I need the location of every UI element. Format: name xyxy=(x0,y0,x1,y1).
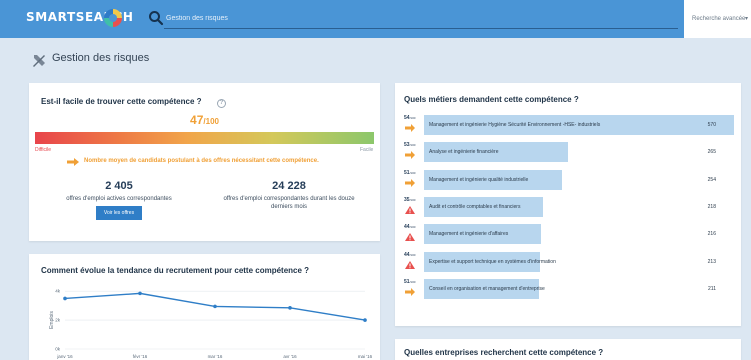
difficulty-score-total: /100 xyxy=(203,117,219,126)
job-count: 216 xyxy=(707,231,716,238)
job-count: 213 xyxy=(707,258,716,265)
job-rank-suffix: /100 xyxy=(409,116,416,120)
gauge-max-label: Facile xyxy=(360,147,374,153)
y-axis-label: Emplois xyxy=(49,311,55,329)
job-rank: 51/100 xyxy=(404,170,415,176)
warning-icon xyxy=(405,260,415,269)
job-count: 218 xyxy=(707,203,716,210)
y-tick-label: 4k xyxy=(55,289,61,294)
difficulty-score-value: 47 xyxy=(190,113,204,127)
warning-icon xyxy=(405,233,415,242)
jobs-card: Quels métiers demandent cette compétence… xyxy=(395,83,741,326)
x-tick-label: avr '16 xyxy=(283,354,297,359)
job-rank: 53/100 xyxy=(404,142,415,148)
job-row[interactable]: 53/100 Analyse et ingénierie financière 26… xyxy=(401,142,738,163)
job-label: Management et ingénierie Hygiène Sécurit… xyxy=(429,122,601,128)
job-rank-suffix: /100 xyxy=(409,170,416,175)
chevron-down-icon: ▾ xyxy=(745,16,749,22)
active-offers-label: offres d'emploi actives correspondantes xyxy=(66,196,172,202)
companies-card-title: Quelles entreprises recherchent cette co… xyxy=(404,348,604,357)
warning-icon xyxy=(405,205,415,214)
job-rank: 35/100 xyxy=(404,197,415,203)
data-point xyxy=(363,318,367,322)
orange-arrow-icon xyxy=(405,287,415,296)
difficulty-score: 47/100 xyxy=(29,113,380,127)
job-row[interactable]: 44/100 Management et ingénierie d'affaire… xyxy=(401,224,738,245)
yearly-offers-label: offres d'emploi correspondantes durant l… xyxy=(223,196,355,210)
job-rank: 51/100 xyxy=(404,279,415,285)
trend-card: Comment évolue la tendance du recrutemen… xyxy=(29,254,380,360)
job-rank-suffix: /100 xyxy=(409,279,416,284)
gauge-pointer xyxy=(190,127,199,132)
difficulty-card: Est-il facile de trouver cette compétenc… xyxy=(29,83,380,241)
orange-arrow-icon xyxy=(405,178,415,187)
job-count: 570 xyxy=(707,122,716,128)
search-icon xyxy=(149,11,164,26)
job-count: 265 xyxy=(707,149,716,156)
data-point xyxy=(213,304,217,309)
job-rank-suffix: /100 xyxy=(409,143,416,148)
advanced-search-dropdown[interactable]: Recherche avancée ▾ xyxy=(684,0,751,38)
gauge-min-label: Difficile xyxy=(35,147,52,153)
job-row[interactable]: 51/100 Management et ingénierie qualité i… xyxy=(401,169,738,191)
job-row[interactable]: 54/100 Management et ingénierie Hygiène S… xyxy=(401,115,738,136)
job-row[interactable]: 44/100 Expertise et support technique en … xyxy=(401,251,738,273)
job-count: 211 xyxy=(708,285,716,292)
help-icon[interactable]: ? xyxy=(217,99,226,108)
job-label: Management et ingénierie qualité industr… xyxy=(429,176,529,183)
tools-icon xyxy=(33,55,45,67)
job-label: Conseil en organisation et management d'… xyxy=(429,285,545,292)
job-rank-suffix: /100 xyxy=(409,252,416,257)
x-tick-label: mar '16 xyxy=(208,354,223,359)
jobs-card-title: Quels métiers demandent cette compétence… xyxy=(404,95,579,104)
y-tick-label: 0k xyxy=(55,347,61,352)
logo-mark-icon xyxy=(104,9,122,27)
job-rank: 54/100 xyxy=(404,115,415,121)
difficulty-card-title: Est-il facile de trouver cette compétenc… xyxy=(41,97,202,106)
orange-arrow-icon xyxy=(405,151,415,160)
x-tick-label: janv '16 xyxy=(56,354,73,359)
y-tick-label: 2k xyxy=(55,318,61,323)
difficulty-gauge-bar xyxy=(35,132,374,144)
orange-arrow-icon xyxy=(405,124,415,132)
job-row[interactable]: 35/100 Audit et contrôle comptables et fi… xyxy=(401,196,738,218)
top-bar: SMARTSEARCH Recherche avancée ▾ xyxy=(0,0,751,38)
job-rank-suffix: /100 xyxy=(409,225,416,230)
trend-line-chart: 0k 2k 4k Emplois janv '16 févr '16 mar '16 avr … xyxy=(49,289,373,359)
job-rank-suffix: /100 xyxy=(409,197,416,202)
job-label: Audit et contrôle comptables et financie… xyxy=(429,203,521,210)
search-input[interactable] xyxy=(164,8,678,29)
view-offers-button[interactable]: Voir les offres xyxy=(96,206,142,220)
orange-arrow-icon xyxy=(67,158,79,166)
advanced-search-label: Recherche avancée xyxy=(692,16,746,22)
data-point xyxy=(138,291,142,296)
job-rank: 44/100 xyxy=(404,252,415,258)
candidates-text: Nombre moyen de candidats postulant à de… xyxy=(84,158,319,164)
yearly-offers-count: 24 228 xyxy=(272,180,306,192)
companies-card: Quelles entreprises recherchent cette co… xyxy=(395,339,741,360)
x-tick-label: mai '16 xyxy=(358,354,373,359)
job-label: Analyse et ingénierie financière xyxy=(429,149,499,156)
x-tick-label: févr '16 xyxy=(133,354,148,359)
data-point xyxy=(288,306,292,310)
page-title: Gestion des risques xyxy=(52,52,150,64)
active-offers-count: 2 405 xyxy=(105,180,133,192)
job-label: Expertise et support technique en systèm… xyxy=(429,258,556,265)
job-rank: 44/100 xyxy=(404,224,415,230)
job-label: Management et ingénierie d'affaires xyxy=(429,231,509,238)
job-count: 254 xyxy=(707,176,716,183)
data-point xyxy=(63,296,67,301)
job-row[interactable]: 51/100 Conseil en organisation et managem… xyxy=(401,278,738,300)
